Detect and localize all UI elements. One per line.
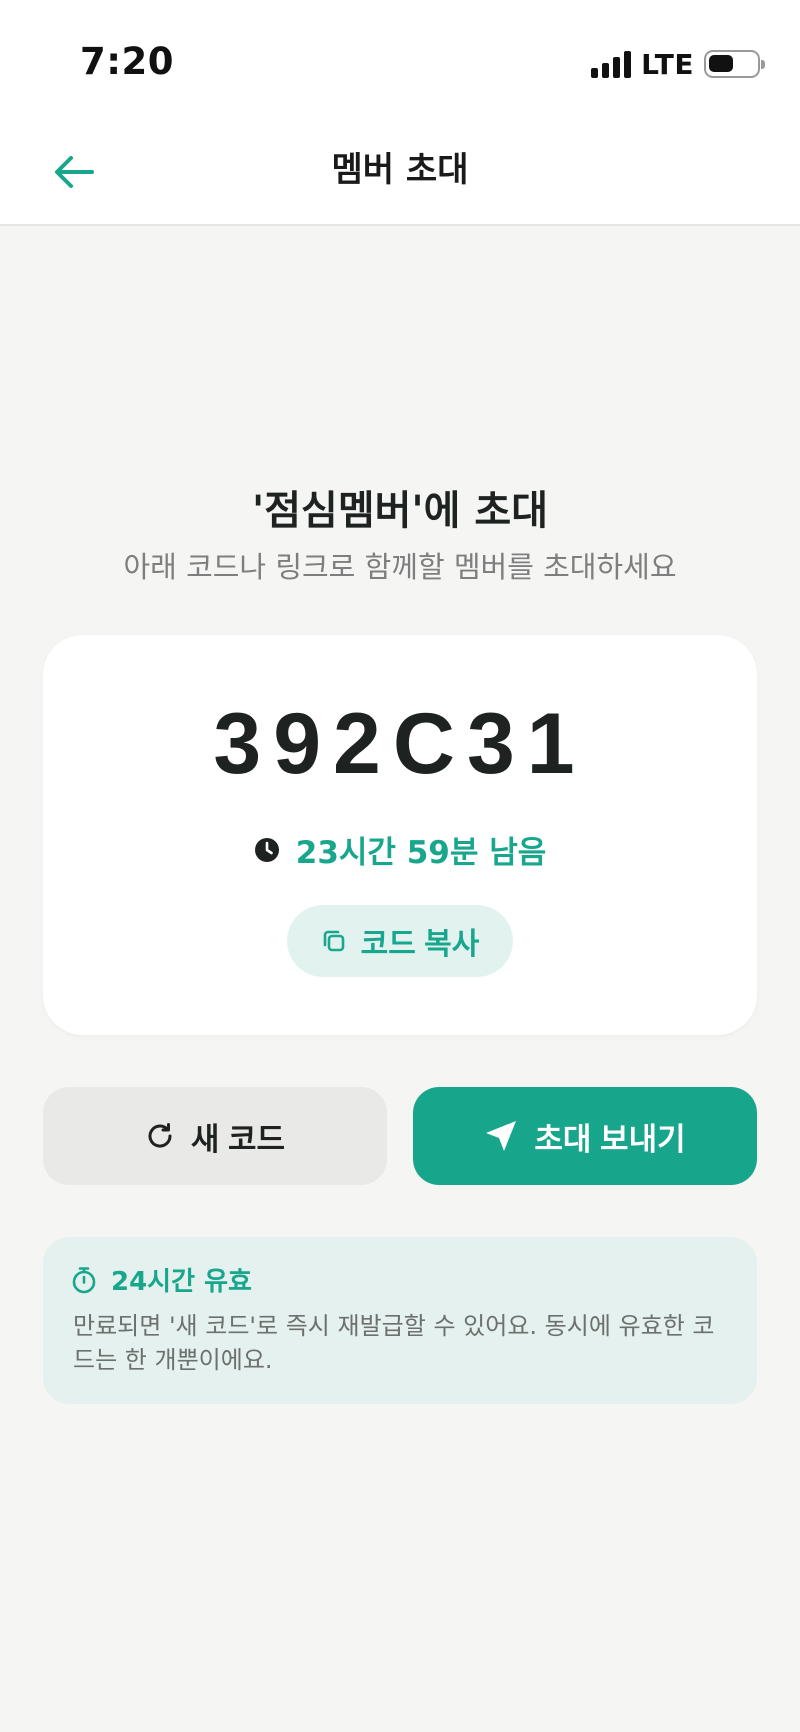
invite-headline: '점심멤버'에 초대 — [251, 488, 549, 534]
invite-code-card: 392C31 23시간 59분 남음 코드 복사 — [43, 635, 757, 1035]
info-body: 만료되면 '새 코드'로 즉시 재발급할 수 있어요. 동시에 유효한 코드는 … — [73, 1312, 715, 1374]
network-type: LTE — [641, 47, 694, 81]
send-invite-label: 초대 보내기 — [534, 1121, 686, 1157]
new-code-button[interactable]: 새 코드 — [43, 1087, 387, 1185]
invite-member-screen: 7:20 LTE 멤버 초대 '점심멤버'에 초대 아래 코드나 링크로 함께할… — [0, 0, 800, 1732]
nav-bar: 멤버 초대 — [0, 120, 800, 226]
send-invite-button[interactable]: 초대 보내기 — [413, 1087, 757, 1185]
invite-code: 392C31 — [213, 696, 587, 792]
send-icon — [486, 1121, 517, 1151]
stopwatch-icon — [72, 1266, 96, 1293]
new-code-label: 새 코드 — [190, 1121, 286, 1157]
copy-icon — [323, 930, 344, 952]
time-remaining: 23시간 59분 남음 — [295, 835, 547, 871]
clock-icon — [254, 837, 279, 862]
copy-code-button[interactable]: 코드 복사 — [287, 905, 513, 977]
battery-icon — [704, 50, 765, 78]
info-title-row: 24시간 유효 — [71, 1261, 252, 1298]
page-title: 멤버 초대 — [331, 150, 469, 190]
status-indicators: LTE — [591, 46, 765, 82]
status-bar: 7:20 LTE — [0, 0, 800, 120]
code-timer: 23시간 59분 남음 — [43, 827, 757, 872]
validity-info-box: 24시간 유효 만료되면 '새 코드'로 즉시 재발급할 수 있어요. 동시에 … — [43, 1237, 757, 1404]
signal-icon — [591, 50, 632, 78]
info-title: 24시간 유효 — [111, 1267, 252, 1297]
copy-code-label: 코드 복사 — [360, 928, 480, 961]
invite-subtext: 아래 코드나 링크로 함께할 멤버를 초대하세요 — [123, 550, 677, 584]
status-time: 7:20 — [80, 40, 175, 83]
refresh-icon — [148, 1123, 172, 1148]
